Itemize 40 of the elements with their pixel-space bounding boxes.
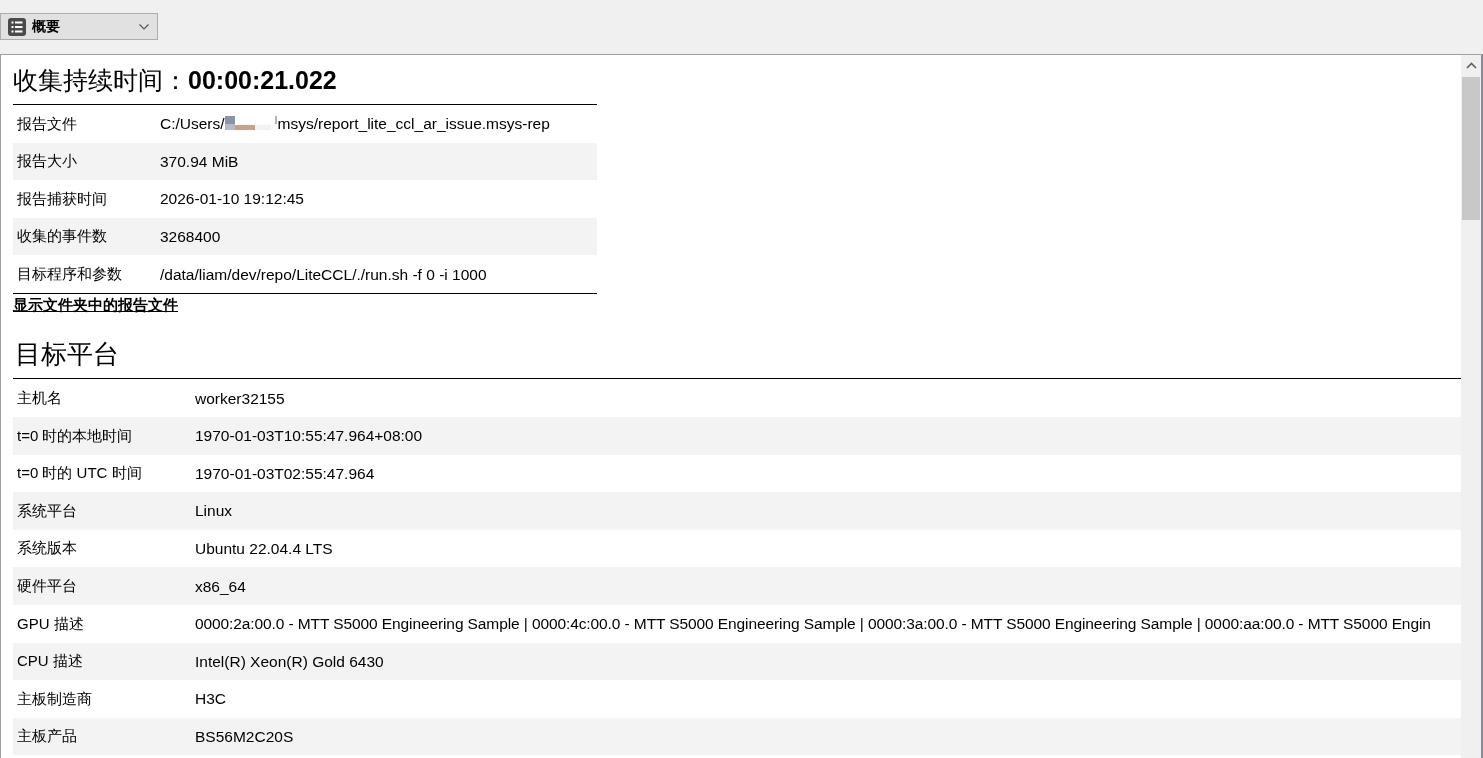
row-label: 硬件平台 — [16, 576, 78, 596]
show-in-folder-link[interactable]: 显示文件夹中的报告文件 — [13, 294, 178, 315]
row-value: 0000:2a:00.0 - MTT S5000 Engineering Sample | 0000:4c:00.0 - MTT S5000 Engineering Sample | 0000:3a:00.0 - MTT S5000 Engineering Sample | 0000:aa:00.0 - MTT S5000 Engin — [195, 614, 1432, 635]
row-label: GPU 描述 — [16, 613, 85, 634]
path-text: C:/Users/ — [160, 114, 225, 135]
chevron-down-icon — [139, 23, 149, 30]
row-value: x86_64 — [195, 576, 247, 597]
chevron-up-icon — [1465, 62, 1477, 69]
list-icon — [8, 17, 26, 36]
row-label: 收集的事件数 — [16, 226, 108, 247]
row-label: t=0 时的 UTC 时间 — [16, 463, 143, 484]
row-label: 主板产品 — [16, 726, 78, 747]
mosaic-icon — [224, 116, 278, 132]
row-label: 报告文件 — [16, 113, 78, 134]
row-label: 报告大小 — [16, 151, 78, 172]
row-value: Linux — [195, 501, 234, 522]
row-value: 370.94 MiB — [160, 151, 240, 172]
row-label: 目标程序和参数 — [16, 263, 123, 284]
row-label: t=0 时的本地时间 — [16, 425, 134, 446]
row-label: 主机名 — [16, 388, 63, 408]
row-value: 2026-01-10 19:12:45 — [160, 189, 305, 210]
row-value: /data/liam/dev/repo/LiteCCL/./run.sh -f 0 -i 1000 — [160, 264, 488, 285]
row-value: 1970-01-03T10:55:47.964+08:00 — [195, 426, 424, 447]
view-select[interactable]: 概要 — [0, 13, 158, 40]
row-label: 报告捕获时间 — [16, 188, 108, 209]
path-text: msys/report_lite_ccl_ar_issue.msys-rep — [277, 114, 550, 135]
row-label: CPU 描述 — [16, 651, 84, 672]
scrollbar-thumb[interactable] — [1462, 77, 1480, 220]
row-label: 系统版本 — [16, 538, 78, 559]
section-heading: 目标平台 — [15, 338, 120, 372]
duration-heading: 收集持续时间：00:00:21.022 — [13, 65, 338, 96]
row-value: worker32155 — [195, 388, 286, 409]
row-value: Intel(R) Xeon(R) Gold 6430 — [195, 651, 385, 672]
row-label: 系统平台 — [16, 500, 78, 521]
row-value: 3268400 — [160, 226, 222, 247]
row-value: 1970-01-03T02:55:47.964 — [195, 463, 376, 484]
row-value: BS56M2C20S — [195, 727, 295, 747]
row-value: Ubuntu 22.04.4 LTS — [195, 539, 334, 559]
row-value: H3C — [195, 689, 227, 710]
row-label: 主板制造商 — [16, 688, 93, 709]
